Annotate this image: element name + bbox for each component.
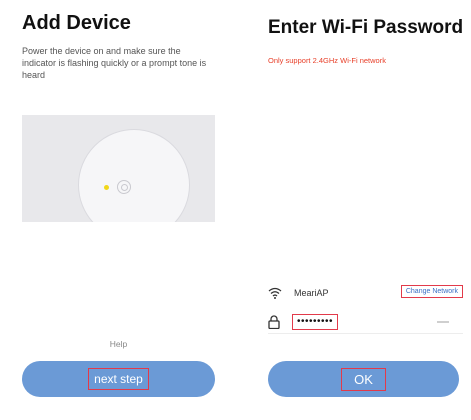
password-row: •••••••••	[268, 312, 463, 332]
next-step-button[interactable]: next step	[22, 361, 215, 397]
camera-lens-icon	[117, 180, 131, 194]
page-title: Add Device	[22, 12, 131, 34]
instruction-text: Power the device on and make sure the in…	[22, 46, 207, 80]
page-title: Enter Wi-Fi Password	[268, 17, 464, 38]
help-link[interactable]: Help	[22, 339, 215, 349]
password-input[interactable]: •••••••••	[292, 314, 339, 330]
device-illustration	[22, 115, 215, 222]
camera-device-image	[78, 129, 190, 222]
change-network-link[interactable]: Change Network	[400, 285, 463, 298]
add-device-screen: Add Device Power the device on and make …	[0, 0, 235, 420]
next-step-label: next step	[88, 368, 149, 390]
wifi-ssid: MeariAP	[294, 288, 329, 298]
wifi-icon	[268, 287, 282, 299]
network-warning: Only support 2.4GHz Wi-Fi network	[268, 56, 386, 65]
ok-button[interactable]: OK	[268, 361, 459, 397]
wifi-password-screen: Enter Wi-Fi Password Only support 2.4GHz…	[236, 0, 471, 420]
ok-label: OK	[341, 367, 386, 391]
show-password-icon[interactable]	[437, 321, 449, 323]
indicator-light-icon	[104, 185, 109, 190]
lock-icon	[268, 315, 280, 329]
wifi-network-row: MeariAP Change Network	[268, 283, 463, 303]
password-underline	[268, 333, 463, 334]
